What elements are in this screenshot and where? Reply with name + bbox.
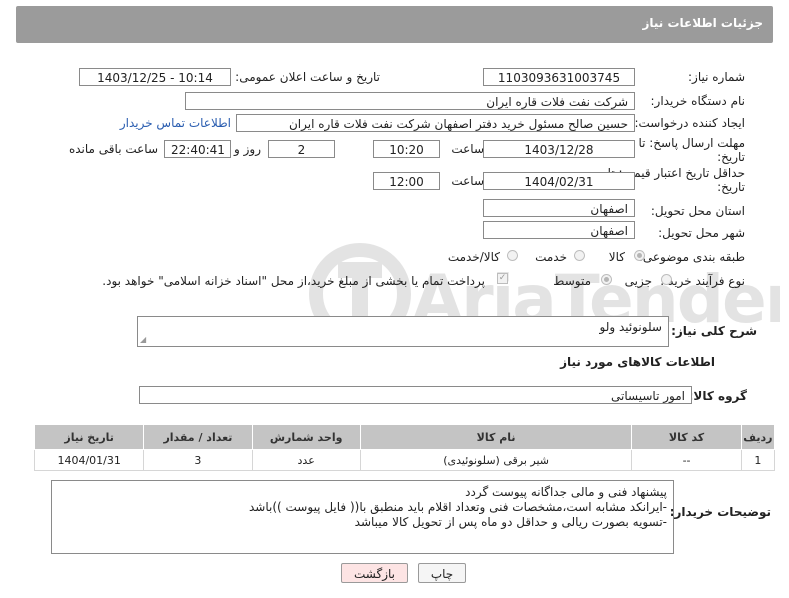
description-label: شرح کلی نیاز:	[671, 324, 757, 338]
reply-deadline-days-field: 2	[268, 140, 335, 158]
table-header-row: ردیف کد کالا نام کالا واحد شمارش تعداد /…	[33, 424, 776, 450]
back-button[interactable]: بازگشت	[341, 563, 408, 583]
price-validity-time-label: ساعت	[451, 174, 484, 188]
reply-deadline-days-label: روز و	[234, 142, 261, 156]
table-row[interactable]: 1 -- شیر برقی (سلونوئیدی) عدد 3 1404/01/…	[33, 449, 776, 471]
remaining-time-label: ساعت باقی مانده	[68, 142, 158, 156]
cell-need-date: 1404/01/31	[33, 449, 145, 471]
cell-quantity: 3	[143, 449, 253, 471]
subject-goods-service-label: کالا/خدمت	[447, 250, 500, 264]
print-button[interactable]: چاپ	[418, 563, 466, 583]
subject-goods-label: کالا	[608, 250, 625, 264]
process-partial-radio[interactable]	[661, 274, 672, 285]
page-title: جزئیات اطلاعات نیاز	[642, 16, 763, 30]
cell-item-code: --	[631, 449, 742, 471]
goods-section-title: اطلاعات کالاهای مورد نیاز	[560, 355, 715, 369]
subject-goods-radio[interactable]	[634, 250, 645, 261]
treasury-note: پرداخت تمام یا بخشی از مبلغ خرید،از محل …	[102, 274, 485, 288]
buyer-org-field: شرکت نفت فلات قاره ایران	[185, 92, 635, 110]
remaining-time-field: 22:40:41	[164, 140, 231, 158]
col-quantity: تعداد / مقدار	[143, 424, 253, 450]
treasury-checkbox[interactable]: ✓	[497, 273, 508, 284]
purchase-process-label: نوع فرآیند خرید :	[660, 274, 745, 288]
reply-deadline-label: مهلت ارسال پاسخ: تا	[638, 136, 745, 150]
reply-deadline-date-field: 1403/12/28	[483, 140, 635, 158]
delivery-city-field: اصفهان	[483, 221, 635, 239]
buyer-org-label: نام دستگاه خریدار:	[650, 94, 746, 108]
col-item-code: کد کالا	[631, 424, 742, 450]
price-validity-date-field: 1404/02/31	[483, 172, 635, 190]
price-validity-time-field: 12:00	[373, 172, 440, 190]
need-number-field: 1103093631003745	[483, 68, 635, 86]
process-partial-label: جزیی	[624, 274, 652, 288]
goods-group-field: امور تاسیساتی	[139, 386, 692, 404]
process-medium-radio[interactable]	[601, 274, 612, 285]
announce-datetime-label: تاریخ و ساعت اعلان عمومی:	[235, 70, 380, 84]
process-medium-label: متوسط	[553, 274, 591, 288]
subject-service-label: خدمت	[535, 250, 567, 264]
subject-goods-service-radio[interactable]	[507, 250, 518, 261]
need-number-label: شماره نیاز:	[688, 70, 745, 84]
delivery-province-label: استان محل تحویل:	[650, 204, 745, 218]
requester-field: حسین صالح مسئول خرید دفتر اصفهان شرکت نف…	[236, 114, 635, 132]
items-table: ردیف کد کالا نام کالا واحد شمارش تعداد /…	[33, 424, 776, 471]
delivery-city-label: شهر محل تحویل:	[658, 226, 745, 240]
reply-deadline-time-label: ساعت	[451, 142, 484, 156]
col-need-date: تاریخ نیاز	[33, 424, 145, 450]
delivery-province-field: اصفهان	[483, 199, 635, 217]
col-row-number: ردیف	[740, 424, 776, 450]
announce-datetime-field: 1403/12/25 - 10:14	[79, 68, 231, 86]
description-field: سلونوئید ولو	[137, 316, 669, 347]
cell-unit: عدد	[251, 449, 361, 471]
price-validity-label-date: تاریخ:	[717, 180, 745, 194]
col-unit: واحد شمارش	[251, 424, 361, 450]
requester-label: ایجاد کننده درخواست:	[634, 116, 745, 130]
page-header: جزئیات اطلاعات نیاز	[16, 6, 773, 43]
buyer-note-line: -تسویه بصورت ریالی و حداقل دو ماه پس از …	[354, 515, 667, 529]
buyer-notes-label: توضیحات خریدار:	[669, 505, 771, 519]
cell-item-name: شیر برقی (سلونوئیدی)	[359, 449, 633, 471]
reply-deadline-time-field: 10:20	[373, 140, 440, 158]
cell-row-number: 1	[740, 449, 776, 471]
col-item-name: نام کالا	[359, 424, 633, 450]
buyer-contact-link[interactable]: اطلاعات تماس خریدار	[120, 116, 231, 130]
goods-group-label: گروه کالا:	[688, 389, 747, 403]
buyer-notes-field: پیشنهاد فنی و مالی جداگانه پیوست گردد -ا…	[51, 480, 674, 554]
buyer-note-line: پیشنهاد فنی و مالی جداگانه پیوست گردد	[465, 485, 667, 499]
reply-deadline-label-date: تاریخ:	[717, 150, 745, 164]
buyer-note-line: -ایرانکد مشابه است،مشخصات فنی وتعداد اقل…	[249, 500, 667, 514]
subject-service-radio[interactable]	[574, 250, 585, 261]
resize-grip-icon[interactable]: ◢	[140, 335, 149, 344]
subject-category-label: طبقه بندی موضوعی:	[638, 250, 745, 264]
